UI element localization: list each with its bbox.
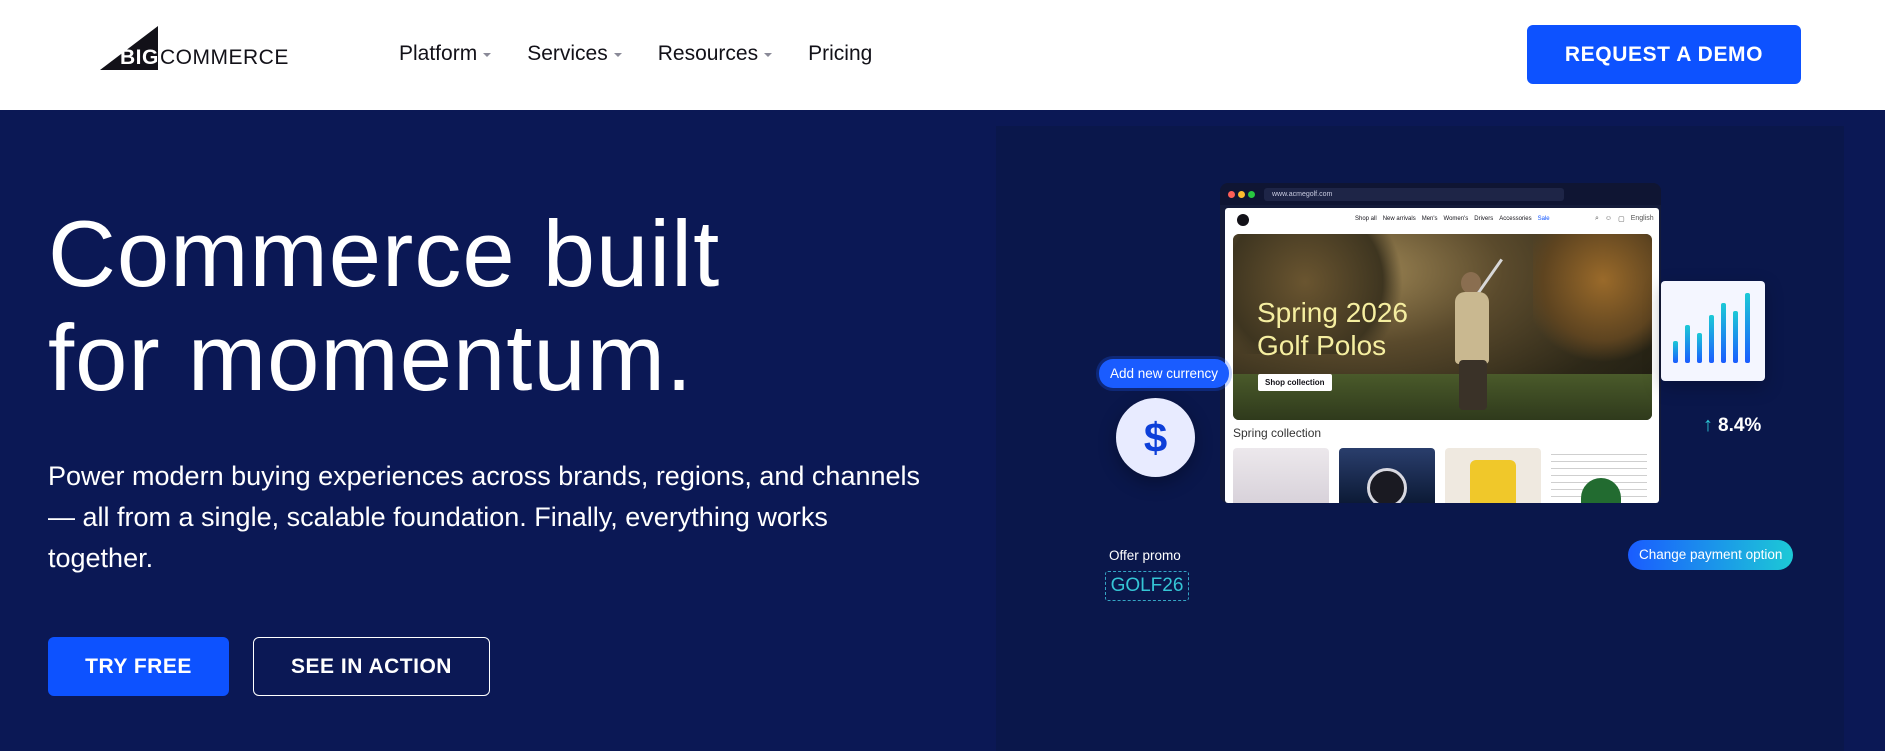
site-header: BIG COMMERCE Platform Services Resources…	[0, 0, 1885, 110]
change-payment-pill: Change payment option	[1628, 540, 1794, 570]
close-dot-icon	[1228, 191, 1235, 198]
golfer-legs-shape	[1459, 360, 1487, 410]
request-demo-button[interactable]: REQUEST A DEMO	[1527, 25, 1801, 84]
store-nav-links: Shop all New arrivals Men's Women's Driv…	[1355, 216, 1550, 222]
store-logo-icon	[1237, 214, 1249, 226]
store-mockup-window: www.acmegolf.com Shop all New arrivals M…	[1220, 183, 1661, 503]
dollar-icon: $	[1143, 413, 1168, 461]
nav-item-platform[interactable]: Platform	[399, 40, 492, 68]
chevron-down-icon	[483, 53, 492, 57]
store-nav: Shop all New arrivals Men's Women's Driv…	[1225, 208, 1659, 232]
store-link: Drivers	[1474, 216, 1494, 222]
driver-head-shape	[1367, 468, 1407, 503]
add-currency-pill: Add new currency	[1099, 359, 1230, 388]
nav-item-resources[interactable]: Resources	[657, 40, 773, 68]
growth-value: 8.4%	[1718, 414, 1762, 436]
store-page: Shop all New arrivals Men's Women's Driv…	[1225, 208, 1659, 503]
store-link-sale: Sale	[1537, 216, 1550, 222]
growth-stat: ↑ 8.4%	[1703, 414, 1761, 437]
nav-item-pricing[interactable]: Pricing	[808, 40, 872, 68]
headline-line-2: for momentum.	[48, 305, 694, 410]
promo-code-badge: GOLF26	[1105, 571, 1189, 601]
language-select: English	[1630, 215, 1654, 222]
product-thumb	[1339, 448, 1435, 503]
store-utility-icons: ⌕ ☺ ▢ English	[1595, 215, 1654, 223]
nav-label: Platform	[399, 42, 478, 65]
store-link: Men's	[1421, 216, 1438, 222]
logo-commerce-text: COMMERCE	[160, 46, 289, 69]
tree-shape	[1533, 234, 1652, 364]
user-icon: ☺	[1604, 215, 1613, 222]
golf-promo-image: Spring 2026 Golf Polos Shop collection	[1233, 234, 1652, 420]
logo-big-text: BIG	[120, 46, 159, 69]
promo-title: Spring 2026 Golf Polos	[1257, 296, 1408, 362]
store-link: New arrivals	[1382, 216, 1416, 222]
product-thumb	[1551, 448, 1647, 503]
currency-badge: $	[1116, 398, 1195, 477]
nav-label: Services	[527, 42, 608, 65]
arrow-up-icon: ↑	[1703, 414, 1713, 436]
bigcommerce-logo[interactable]: BIG COMMERCE	[100, 26, 300, 72]
nav-item-services[interactable]: Services	[527, 40, 622, 68]
polo-shape	[1470, 460, 1516, 503]
main-nav: Platform Services Resources Pricing	[399, 40, 908, 68]
store-link: Women's	[1443, 216, 1469, 222]
promo-title-line-1: Spring 2026	[1257, 297, 1409, 328]
collection-label: Spring collection	[1233, 426, 1322, 440]
hero-headline: Commerce built for momentum.	[48, 202, 948, 410]
nav-label: Pricing	[808, 42, 873, 65]
chevron-down-icon	[613, 53, 622, 57]
headline-line-1: Commerce built	[48, 201, 721, 306]
product-thumb	[1445, 448, 1541, 503]
search-icon: ⌕	[1595, 215, 1599, 222]
nav-label: Resources	[657, 42, 759, 65]
store-link: Accessories	[1499, 216, 1532, 222]
golfer-body-shape	[1455, 292, 1489, 364]
browser-bar: www.acmegolf.com	[1220, 183, 1661, 205]
analytics-chart-card	[1661, 281, 1765, 381]
bar-chart-icon	[1673, 293, 1750, 363]
offer-promo-label: Offer promo	[1109, 548, 1181, 563]
cart-icon: ▢	[1618, 216, 1625, 223]
try-free-button[interactable]: TRY FREE	[48, 637, 229, 696]
hat-shape	[1581, 478, 1621, 503]
chevron-down-icon	[764, 53, 773, 57]
golfer-head-shape	[1461, 272, 1481, 294]
browser-url: www.acmegolf.com	[1264, 188, 1564, 201]
minimize-dot-icon	[1238, 191, 1245, 198]
see-in-action-button[interactable]: SEE IN ACTION	[253, 637, 490, 696]
product-thumb	[1233, 448, 1329, 503]
maximize-dot-icon	[1248, 191, 1255, 198]
store-link: Shop all	[1355, 216, 1377, 222]
promo-title-line-2: Golf Polos	[1257, 330, 1387, 361]
shop-collection-button: Shop collection	[1258, 374, 1332, 391]
hero-subtext: Power modern buying experiences across b…	[48, 461, 921, 573]
